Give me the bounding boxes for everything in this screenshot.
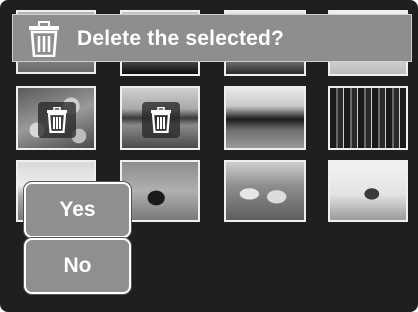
thumbnail-fox[interactable] [120, 160, 200, 222]
no-button[interactable]: No [24, 238, 131, 294]
trash-icon [38, 102, 76, 138]
thumbnail-lily-pads[interactable] [16, 86, 96, 150]
yes-button[interactable]: Yes [24, 182, 131, 238]
trash-icon [142, 102, 180, 138]
thumbnail-pine-forest[interactable] [328, 86, 408, 150]
yes-button-label: Yes [59, 198, 96, 221]
delete-confirmation-banner: Delete the selected? [12, 14, 412, 62]
thumbnail-sunset-field[interactable] [224, 86, 306, 150]
camera-playback-screen: Delete the selected? Yes No [0, 0, 418, 312]
thumbnail-sheep[interactable] [224, 160, 306, 222]
thumbnail-geese[interactable] [328, 160, 408, 222]
delete-prompt-text: Delete the selected? [77, 27, 285, 50]
trash-icon [27, 21, 61, 58]
thumbnail-lake-trees[interactable] [120, 86, 200, 150]
no-button-label: No [63, 254, 92, 277]
